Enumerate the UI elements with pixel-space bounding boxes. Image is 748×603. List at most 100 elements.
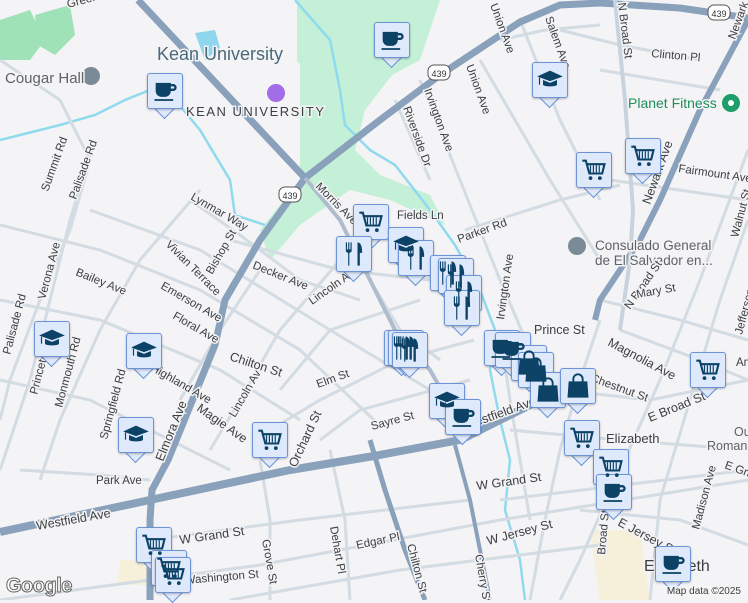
coffee-icon <box>151 77 179 105</box>
marker-box <box>374 22 410 58</box>
cart-marker[interactable] <box>625 138 661 182</box>
map-label: Verona Ave <box>36 241 63 301</box>
coffee-icon <box>449 403 477 431</box>
school-icon <box>536 66 564 94</box>
coffee-icon <box>659 550 687 578</box>
map-label: Elizabeth <box>606 431 659 446</box>
restaurant-icon <box>396 336 424 364</box>
marker-box <box>118 417 154 453</box>
coffee-icon <box>600 478 628 506</box>
shopping-cart-icon <box>256 426 284 454</box>
marker-box <box>353 204 389 240</box>
cart-marker[interactable] <box>252 422 288 466</box>
map-label: Roman <box>707 439 747 453</box>
cart-marker[interactable] <box>576 152 612 196</box>
map-label: Lynmar Way <box>189 191 250 233</box>
map-label: Edgar Pl <box>355 531 401 552</box>
map-label: KEAN UNIVERSITY <box>186 104 326 119</box>
shopping-cart-icon <box>357 208 385 236</box>
school-icon <box>130 337 158 365</box>
map-attribution[interactable]: Map data ©2025 <box>664 586 744 597</box>
marker-box <box>625 138 661 174</box>
marker-box <box>596 474 632 510</box>
marker-box <box>445 399 481 435</box>
cougar-hall-icon[interactable] <box>82 67 100 85</box>
marker-box <box>398 240 434 276</box>
map-label: Grove St <box>259 538 279 586</box>
cart-marker[interactable] <box>155 557 191 601</box>
marker-box <box>690 352 726 388</box>
map-label: Cherry St <box>472 553 492 600</box>
map-label: W Grand St <box>475 470 542 493</box>
shopping-cart-icon <box>597 453 625 481</box>
coffee-marker[interactable] <box>655 546 691 590</box>
school-marker[interactable] <box>118 417 154 461</box>
map-label: Fairmount Ave <box>678 163 748 185</box>
marker-box <box>560 368 596 404</box>
coffee-icon <box>378 26 406 54</box>
map-label: 439 <box>282 191 297 201</box>
map-label: Ann <box>736 357 748 369</box>
marker-box <box>530 372 566 408</box>
map-label: Green <box>66 0 100 11</box>
restaurant-icon <box>448 294 476 322</box>
school-marker[interactable] <box>126 333 162 377</box>
museum-icon[interactable] <box>267 84 285 102</box>
map-label: Riverside Dr <box>400 105 433 169</box>
map-label: Prince St <box>534 323 585 337</box>
map-label: Bishop St <box>204 227 239 276</box>
map-label: 439 <box>431 69 446 79</box>
shopping-cart-icon <box>629 142 657 170</box>
map-label: Jefferson Ave <box>733 266 748 336</box>
map-label: Bailey Ave <box>74 267 128 298</box>
coffee-marker[interactable] <box>147 73 183 117</box>
food-marker[interactable] <box>336 236 372 280</box>
map-label: 439 <box>711 9 726 19</box>
map-label: Kean University <box>157 44 283 64</box>
map-label: Our <box>734 425 748 439</box>
marker-box <box>392 332 428 368</box>
google-logo[interactable]: Google <box>6 575 72 598</box>
marker-box <box>564 420 600 456</box>
food-marker[interactable] <box>444 290 480 334</box>
map-label: Madison Ave <box>690 464 719 531</box>
bag-marker[interactable] <box>560 368 596 412</box>
food-marker[interactable] <box>392 332 428 376</box>
map-label: E Gra <box>723 460 748 482</box>
coffee-marker[interactable] <box>445 399 481 443</box>
marker-box <box>576 152 612 188</box>
map-canvas[interactable]: 439 439 439 Kean University KEAN UNIVERS… <box>0 0 748 600</box>
shopping-cart-icon <box>159 561 187 589</box>
cart-marker[interactable] <box>690 352 726 396</box>
map-label: Westfield Ave <box>35 506 112 533</box>
marker-box <box>336 236 372 272</box>
map-label: Planet Fitness <box>628 95 717 111</box>
shopping-cart-icon <box>568 424 596 452</box>
coffee-marker[interactable] <box>596 474 632 518</box>
school-marker[interactable] <box>532 62 568 106</box>
map-label: Washington St <box>184 568 260 587</box>
consulate-icon[interactable] <box>568 237 586 255</box>
marker-box <box>655 546 691 582</box>
map-label: Fields Ln <box>397 210 444 222</box>
school-icon <box>38 325 66 353</box>
school-marker[interactable] <box>34 321 70 365</box>
marker-box <box>155 557 191 593</box>
school-icon <box>122 421 150 449</box>
map-label: Parker Rd <box>456 217 509 246</box>
marker-box <box>126 333 162 369</box>
marker-box <box>532 62 568 98</box>
shopping-bag-icon <box>564 372 592 400</box>
map-label: Consulado General <box>595 238 711 253</box>
restaurant-icon <box>340 240 368 268</box>
coffee-marker[interactable] <box>374 22 410 66</box>
map-label: W Grand St <box>178 524 245 547</box>
map-label: Summit Rd <box>40 135 71 193</box>
food-marker[interactable] <box>398 240 434 284</box>
map-label: Cougar Hall <box>5 70 84 87</box>
map-label: Clinton Pl <box>651 48 701 64</box>
marker-box <box>147 73 183 109</box>
marker-box <box>34 321 70 357</box>
map-label: Park Ave <box>96 475 142 487</box>
map-label: Dehart Pl <box>327 525 347 574</box>
